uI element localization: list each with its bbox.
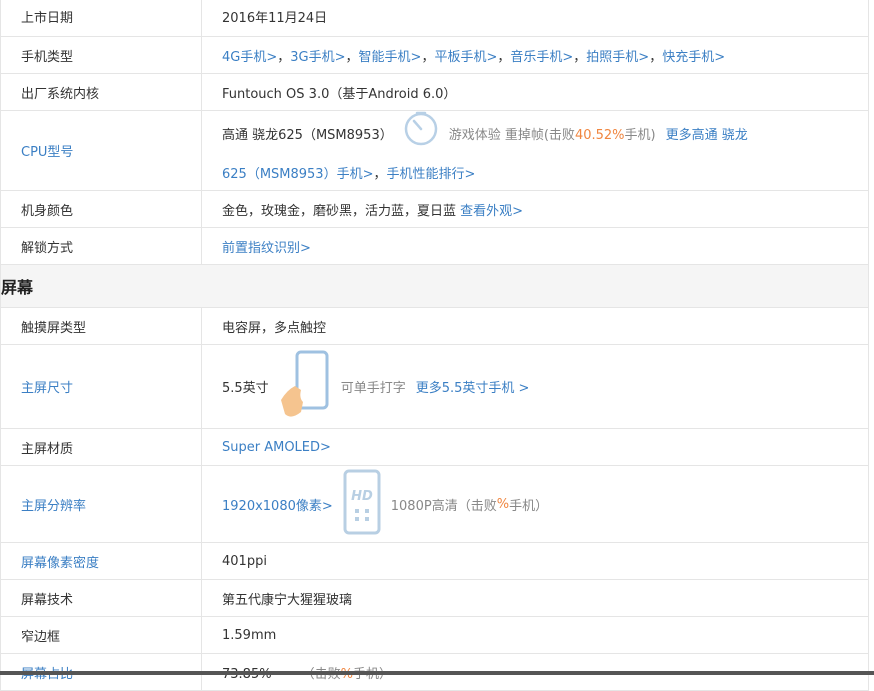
spec-row-phone-type: 手机类型 4G手机>，3G手机>，智能手机>，平板手机>，音乐手机>，拍照手机>… xyxy=(0,36,869,74)
link-music[interactable]: 音乐手机> xyxy=(510,50,573,65)
fingerprint-link[interactable]: 前置指纹识别> xyxy=(222,241,311,256)
row-value: 金色，玫瑰金，磨砂黑，活力蓝，夏日蓝 查看外观> xyxy=(201,190,869,228)
row-value: 高通 骁龙625（MSM8953） 游戏体验 重掉帧(击败 40.52% 手机) 更… xyxy=(201,110,869,191)
spec-row-touch: 触摸屏类型 电容屏，多点触控 xyxy=(0,307,869,345)
link-tablet[interactable]: 平板手机> xyxy=(434,50,497,65)
spec-row-tech: 屏幕技术 第五代康宁大猩猩玻璃 xyxy=(0,579,869,617)
view-appearance-link[interactable]: 查看外观> xyxy=(460,204,523,219)
row-value: 前置指纹识别> xyxy=(201,227,869,265)
more-cpu-link[interactable]: 更多高通 骁龙 xyxy=(666,120,748,151)
hd-phone-icon: HD xyxy=(343,469,381,539)
resolution-link[interactable]: 1920x1080像素> xyxy=(222,495,333,514)
row-label: 手机类型 xyxy=(0,36,202,74)
spec-row-unlock: 解锁方式 前置指纹识别> xyxy=(0,227,869,265)
row-value: 4G手机>，3G手机>，智能手机>，平板手机>，音乐手机>，拍照手机>，快充手机… xyxy=(201,36,869,74)
row-label[interactable]: 屏幕像素密度 xyxy=(0,542,202,580)
more-size-link[interactable]: 更多5.5英寸手机 > xyxy=(416,377,530,396)
row-label: 窄边框 xyxy=(0,616,202,654)
row-label: 屏幕技术 xyxy=(0,579,202,617)
row-value: 401ppi xyxy=(201,542,869,580)
speedometer-icon xyxy=(403,111,439,159)
spec-row-resolution: 主屏分辨率 1920x1080像素> HD 1080P高清（击败% 手机） xyxy=(0,465,869,543)
spec-row-bezel: 窄边框 1.59mm xyxy=(0,616,869,654)
one-hand-phone-icon xyxy=(277,350,333,424)
row-label[interactable]: 主屏分辨率 xyxy=(0,465,202,543)
row-value: 1920x1080像素> HD 1080P高清（击败% 手机） xyxy=(201,465,869,543)
spec-row-ppi: 屏幕像素密度 401ppi xyxy=(0,542,869,580)
link-fastcharge[interactable]: 快充手机> xyxy=(662,50,725,65)
link-smart[interactable]: 智能手机> xyxy=(359,50,422,65)
row-value: 2016年11月24日 xyxy=(201,0,869,37)
row-value: Funtouch OS 3.0（基于Android 6.0） xyxy=(201,73,869,111)
spec-row-material: 主屏材质 Super AMOLED> xyxy=(0,428,869,466)
row-label: 出厂系统内核 xyxy=(0,73,202,111)
row-value: Super AMOLED> xyxy=(201,428,869,466)
spec-row-os: 出厂系统内核 Funtouch OS 3.0（基于Android 6.0） xyxy=(0,73,869,111)
row-label: 主屏材质 xyxy=(0,428,202,466)
row-value: 5.5英寸 可单手打字 更多5.5英寸手机 > xyxy=(201,344,869,429)
spec-row-color: 机身颜色 金色，玫瑰金，磨砂黑，活力蓝，夏日蓝 查看外观> xyxy=(0,190,869,228)
more-cpu-link-cont[interactable]: 625（MSM8953）手机> xyxy=(222,167,373,182)
link-camera[interactable]: 拍照手机> xyxy=(586,50,649,65)
row-label[interactable]: 主屏尺寸 xyxy=(0,344,202,429)
row-label[interactable]: CPU型号 xyxy=(0,110,202,191)
spec-table: 上市日期 2016年11月24日 手机类型 4G手机>，3G手机>，智能手机>，… xyxy=(0,0,869,691)
bottom-edge-bar xyxy=(0,671,874,675)
spec-row-cpu: CPU型号 高通 骁龙625（MSM8953） 游戏体验 重掉帧(击败 40.52… xyxy=(0,110,869,191)
row-label: 上市日期 xyxy=(0,0,202,37)
performance-rank-link[interactable]: 手机性能排行> xyxy=(387,167,476,182)
hd-label: HD xyxy=(351,489,373,504)
row-label: 解锁方式 xyxy=(0,227,202,265)
row-label: 触摸屏类型 xyxy=(0,307,202,345)
spec-row-release: 上市日期 2016年11月24日 xyxy=(0,0,869,37)
row-label: 机身颜色 xyxy=(0,190,202,228)
spec-row-size: 主屏尺寸 5.5英寸 可单手打字 更多5.5英寸手机 > xyxy=(0,344,869,429)
row-value: 1.59mm xyxy=(201,616,869,654)
section-title: 屏幕 xyxy=(0,264,869,308)
link-4g[interactable]: 4G手机> xyxy=(222,50,277,65)
amoled-link[interactable]: Super AMOLED> xyxy=(222,440,331,455)
row-value: 第五代康宁大猩猩玻璃 xyxy=(201,579,869,617)
link-3g[interactable]: 3G手机> xyxy=(290,50,345,65)
section-header-screen: 屏幕 xyxy=(0,264,869,308)
row-value: 电容屏，多点触控 xyxy=(201,307,869,345)
